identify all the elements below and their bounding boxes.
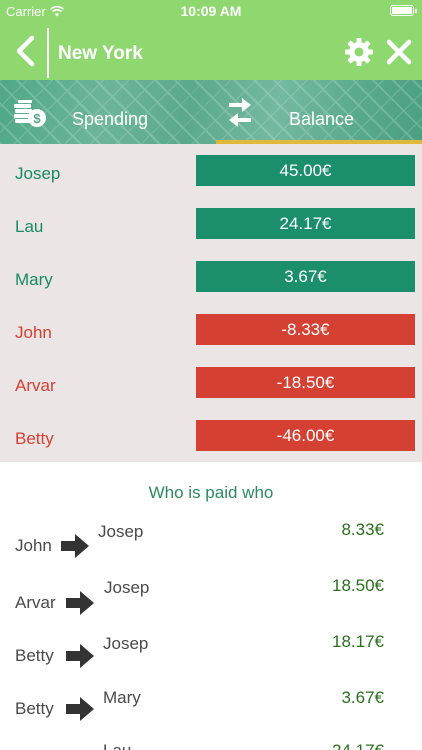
back-chevron-icon[interactable] — [10, 34, 40, 68]
balance-amount-bar: 3.67€ — [196, 261, 415, 292]
payer-name: Betty — [15, 646, 54, 665]
balance-amount-bar: -46.00€ — [196, 420, 415, 451]
balance-row: Mary 3.67€ — [0, 250, 422, 303]
balance-row: Lau 24.17€ — [0, 197, 422, 250]
battery-icon — [390, 5, 417, 16]
balance-list: Josep 45.00€ Lau 24.17€ Mary 3.67€ John -8.33€ A… — [0, 144, 422, 462]
coins-dollar-icon: $ — [14, 100, 46, 127]
tab-bar: $ Spending Balance — [0, 80, 422, 144]
member-name: Betty — [15, 429, 54, 448]
status-bar: Carrier 10:09 AM — [0, 0, 422, 22]
balance-amount-bar: -8.33€ — [196, 314, 415, 345]
tab-balance[interactable]: Balance — [212, 80, 422, 144]
payer-name: Betty — [15, 699, 54, 718]
payment-amount: 18.17€ — [332, 632, 384, 651]
payee-name: Josep — [104, 578, 150, 597]
swap-arrows-icon — [229, 98, 251, 127]
nav-bar: New York — [0, 22, 422, 80]
close-icon[interactable] — [386, 39, 412, 65]
arrow-right-icon — [66, 591, 94, 615]
payer-name: Arvar — [15, 593, 56, 612]
balance-amount-bar: -18.50€ — [196, 367, 415, 398]
balance-row: Josep 45.00€ — [0, 144, 422, 197]
balance-row: John -8.33€ — [0, 303, 422, 356]
payer-name: John — [15, 536, 52, 555]
payment-amount: 24.17€ — [332, 741, 384, 750]
payee-name: Mary — [103, 688, 141, 707]
payee-name: Josep — [103, 634, 149, 653]
member-name: Josep — [15, 164, 61, 183]
page-title: New York — [58, 43, 143, 64]
tab-spending[interactable]: $ Spending — [0, 80, 212, 144]
payment-row: Betty Josep 18.17€ — [0, 628, 422, 681]
balance-row: Arvar -18.50€ — [0, 356, 422, 409]
member-name: John — [15, 323, 52, 342]
payment-row: Betty Mary 3.67€ — [0, 681, 422, 734]
settlement-section: Who is paid who John Josep 8.33€ Arvar Josep… — [0, 462, 422, 750]
member-name: Lau — [15, 217, 44, 236]
arrow-right-icon — [66, 644, 94, 668]
payment-amount: 8.33€ — [341, 520, 384, 539]
arrow-right-icon — [61, 534, 89, 558]
gear-icon[interactable] — [345, 38, 373, 66]
payee-name: Josep — [98, 522, 144, 541]
payment-amount: 18.50€ — [332, 576, 384, 595]
arrow-right-icon — [66, 697, 94, 721]
payment-row: Arvar Josep 18.50€ — [0, 575, 422, 628]
payment-row: Lau 24.17€ — [0, 734, 422, 750]
balance-amount-bar: 24.17€ — [196, 208, 415, 239]
settlement-heading: Who is paid who — [148, 483, 274, 502]
payee-name: Lau — [103, 741, 131, 750]
nav-divider — [47, 28, 49, 78]
tab-balance-label: Balance — [289, 109, 355, 129]
member-name: Arvar — [15, 376, 56, 395]
balance-amount-bar: 45.00€ — [196, 155, 415, 186]
balance-row: Betty -46.00€ — [0, 409, 422, 462]
payment-amount: 3.67€ — [341, 688, 384, 707]
payment-row: John Josep 8.33€ — [0, 520, 422, 575]
member-name: Mary — [15, 270, 53, 289]
svg-text:$: $ — [33, 111, 41, 126]
tab-spending-label: Spending — [72, 109, 149, 129]
clock: 10:09 AM — [180, 3, 242, 19]
